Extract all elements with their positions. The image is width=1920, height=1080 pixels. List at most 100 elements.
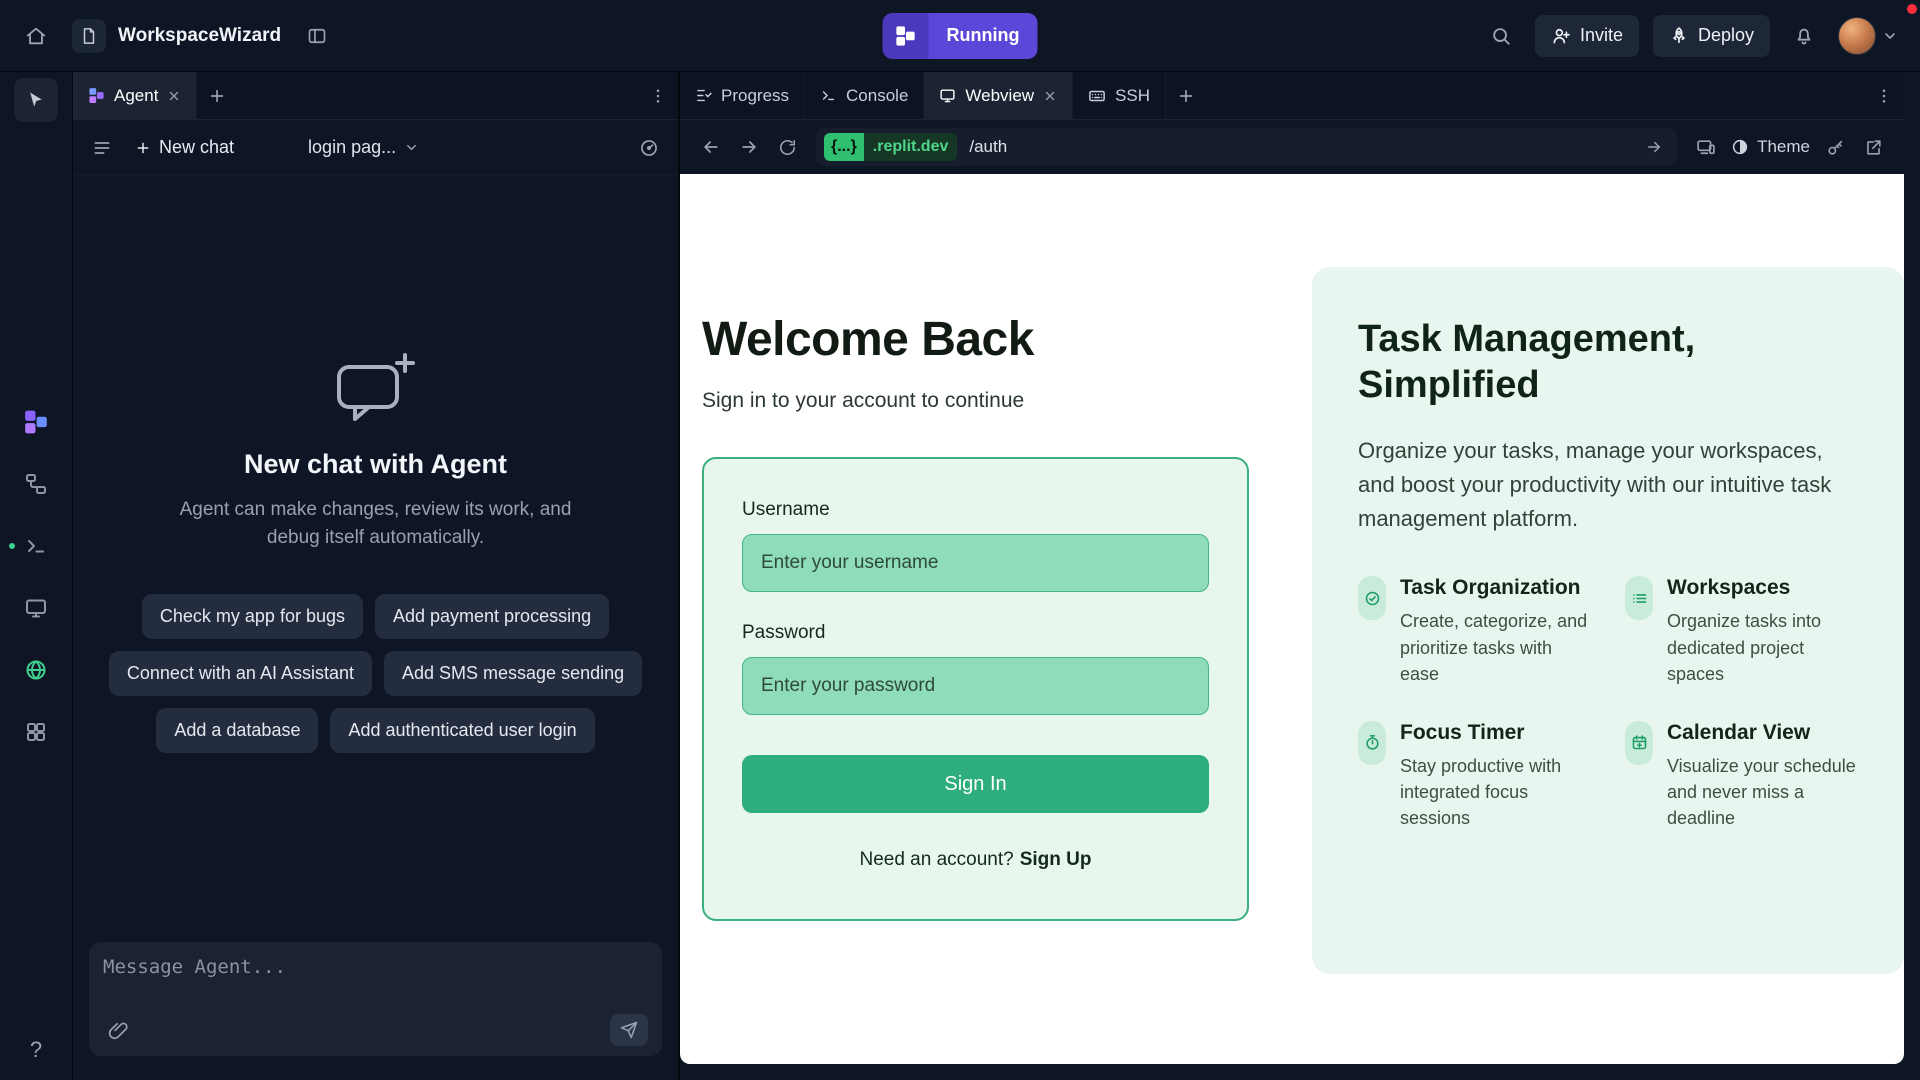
tools-menu-button[interactable] bbox=[1864, 76, 1904, 116]
password-group: Password bbox=[742, 622, 1209, 715]
list-lines-icon bbox=[92, 138, 112, 158]
suggestion-payment[interactable]: Add payment processing bbox=[375, 594, 609, 639]
host-pill[interactable]: {...} .replit.dev bbox=[824, 133, 957, 161]
username-group: Username bbox=[742, 499, 1209, 592]
help-button[interactable]: ? bbox=[24, 1036, 48, 1064]
secrets-button[interactable] bbox=[1818, 130, 1852, 164]
rail-tool-group bbox=[16, 402, 56, 752]
feature-focus-timer: Focus Timer Stay productive with integra… bbox=[1358, 721, 1591, 831]
forward-button[interactable] bbox=[732, 130, 766, 164]
list-icon bbox=[1625, 576, 1653, 620]
feature-title: Task Organization bbox=[1400, 576, 1591, 600]
home-button[interactable] bbox=[16, 16, 56, 56]
new-tab-button[interactable] bbox=[197, 76, 237, 116]
new-chat-label: New chat bbox=[159, 137, 234, 158]
progress-icon bbox=[695, 87, 712, 104]
webview-urlbar: {...} .replit.dev /auth bbox=[680, 120, 1904, 174]
signup-prompt: Need an account? bbox=[859, 849, 1013, 870]
send-message-button[interactable] bbox=[610, 1014, 648, 1046]
shell-notification-dot bbox=[9, 543, 15, 549]
navigate-button[interactable] bbox=[1639, 132, 1669, 162]
run-status-label: Running bbox=[929, 13, 1038, 59]
open-external-button[interactable] bbox=[1856, 130, 1890, 164]
tab-webview-label: Webview bbox=[965, 86, 1034, 106]
tools-tabstrip: Progress Console Webview bbox=[680, 72, 1904, 120]
new-tool-tab-button[interactable] bbox=[1166, 76, 1206, 116]
strip-spacer bbox=[237, 72, 638, 119]
panel-menu-button[interactable] bbox=[638, 76, 678, 116]
close-icon[interactable] bbox=[1043, 89, 1057, 103]
message-input[interactable] bbox=[103, 956, 648, 1014]
avatar bbox=[1838, 17, 1876, 55]
pointer-tool-button[interactable] bbox=[14, 78, 58, 122]
deploy-button[interactable]: Deploy bbox=[1653, 15, 1770, 57]
close-icon[interactable] bbox=[167, 89, 181, 103]
project-file-icon[interactable] bbox=[72, 19, 106, 53]
new-chat-button[interactable]: New chat bbox=[127, 131, 242, 164]
apps-grid-button[interactable] bbox=[16, 712, 56, 752]
feature-text: Focus Timer Stay productive with integra… bbox=[1400, 721, 1591, 831]
devtools-button[interactable] bbox=[1689, 130, 1723, 164]
chat-selector-label: login pag... bbox=[308, 137, 396, 158]
composer-actions bbox=[103, 1014, 648, 1046]
tab-console[interactable]: Console bbox=[805, 72, 924, 119]
shell-tool-button[interactable] bbox=[16, 526, 56, 566]
theme-button[interactable]: Theme bbox=[1727, 137, 1814, 157]
tab-webview[interactable]: Webview bbox=[924, 72, 1073, 119]
monitor-icon bbox=[939, 87, 956, 104]
agent-settings-button[interactable] bbox=[632, 131, 666, 165]
suggestion-check-bugs[interactable]: Check my app for bugs bbox=[142, 594, 363, 639]
layout-columns-button[interactable] bbox=[297, 16, 337, 56]
left-rail: ? bbox=[0, 72, 72, 1080]
feature-text: Workspaces Organize tasks into dedicated… bbox=[1667, 576, 1858, 686]
message-composer bbox=[89, 942, 662, 1056]
arrow-right-icon bbox=[1645, 138, 1663, 156]
reload-button[interactable] bbox=[770, 130, 804, 164]
page-subtitle: Sign in to your account to continue bbox=[702, 389, 1249, 413]
suggestion-ai-assistant[interactable]: Connect with an AI Assistant bbox=[109, 651, 372, 696]
promo-card: Task Management, Simplified Organize you… bbox=[1312, 267, 1904, 974]
home-cell bbox=[0, 16, 72, 56]
feature-workspaces: Workspaces Organize tasks into dedicated… bbox=[1625, 576, 1858, 686]
timer-icon bbox=[1358, 721, 1386, 765]
username-field[interactable] bbox=[742, 534, 1209, 592]
tab-progress[interactable]: Progress bbox=[680, 72, 805, 119]
feature-description: Create, categorize, and prioritize tasks… bbox=[1400, 608, 1591, 686]
password-field[interactable] bbox=[742, 657, 1209, 715]
suggestion-sms[interactable]: Add SMS message sending bbox=[384, 651, 642, 696]
suggestion-auth-login[interactable]: Add authenticated user login bbox=[330, 708, 594, 753]
tab-agent-label: Agent bbox=[114, 86, 158, 106]
signup-link[interactable]: Sign Up bbox=[1020, 849, 1092, 870]
account-menu[interactable] bbox=[1838, 17, 1898, 55]
plus-icon bbox=[135, 140, 151, 156]
theme-label: Theme bbox=[1757, 137, 1810, 157]
tab-agent[interactable]: Agent bbox=[73, 72, 197, 119]
invite-button[interactable]: Invite bbox=[1535, 15, 1639, 57]
promo-title: Task Management, Simplified bbox=[1358, 317, 1858, 408]
webview-tool-button[interactable] bbox=[16, 588, 56, 628]
back-button[interactable] bbox=[694, 130, 728, 164]
workflow-tool-button[interactable] bbox=[16, 464, 56, 504]
monitor-icon bbox=[24, 596, 48, 620]
networking-tool-button[interactable] bbox=[16, 650, 56, 690]
sign-in-button[interactable]: Sign In bbox=[742, 755, 1209, 813]
chat-history-button[interactable] bbox=[85, 131, 119, 165]
project-title: WorkspaceWizard bbox=[118, 25, 281, 47]
search-button[interactable] bbox=[1481, 16, 1521, 56]
suggestion-database[interactable]: Add a database bbox=[156, 708, 318, 753]
attach-file-button[interactable] bbox=[103, 1015, 133, 1045]
notifications-button[interactable] bbox=[1784, 16, 1824, 56]
auth-section: Welcome Back Sign in to your account to … bbox=[702, 312, 1249, 921]
run-status-button[interactable]: Running bbox=[883, 13, 1038, 59]
send-icon bbox=[620, 1021, 638, 1039]
feature-description: Organize tasks into dedicated project sp… bbox=[1667, 608, 1858, 686]
chat-selector[interactable]: login pag... bbox=[302, 136, 425, 159]
tab-ssh[interactable]: SSH bbox=[1073, 72, 1166, 119]
agent-tool-button[interactable] bbox=[16, 402, 56, 442]
suggestion-pills: Check my app for bugs Add payment proces… bbox=[103, 594, 648, 753]
url-field[interactable]: {...} .replit.dev /auth bbox=[816, 128, 1677, 166]
empty-state-subtitle: Agent can make changes, review its work,… bbox=[156, 496, 596, 551]
key-icon bbox=[1826, 138, 1845, 157]
gauge-icon bbox=[639, 138, 659, 158]
chat-bubble-plus-icon bbox=[333, 351, 419, 423]
